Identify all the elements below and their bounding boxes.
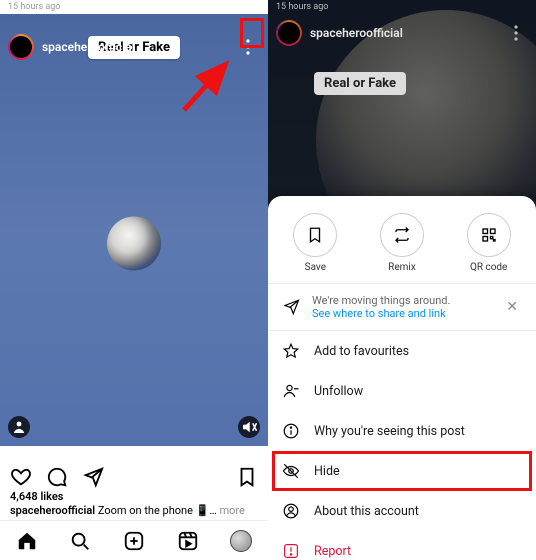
save-label: Save [305,262,326,273]
nav-home-icon[interactable] [16,530,38,552]
caption-more[interactable]: more [219,504,244,517]
remix-icon [380,213,424,257]
hide-icon [282,462,300,480]
qr-button[interactable]: QR code [467,213,511,273]
hide-label: Hide [314,464,340,479]
post-header: spaceheroofficial [268,14,536,52]
action-row [0,460,268,490]
right-phone: 15 hours ago spaceheroofficial Real or F… [268,0,536,560]
more-options-button[interactable] [506,22,526,44]
report-icon [282,542,300,560]
timestamp: 15 hours ago [268,0,536,14]
unfollow-icon [282,382,300,400]
info-link[interactable]: See where to share and link [312,307,490,320]
remix-button[interactable]: Remix [380,213,424,273]
nav-reels-icon[interactable] [177,530,199,552]
post-area: Real or Fake spaceheroofficial [0,14,268,460]
timestamp: 15 hours ago [0,0,268,14]
nav-search-icon[interactable] [69,530,91,552]
post-header: spaceheroofficial [0,28,268,66]
bottom-nav [0,520,268,560]
sheet-top-row: Save Remix QR code [268,209,536,284]
why-item[interactable]: Why you're seeing this post [268,411,536,451]
account-icon [282,502,300,520]
unfollow-item[interactable]: Unfollow [268,371,536,411]
author-avatar[interactable] [8,34,34,60]
fav-label: Add to favourites [314,344,409,359]
star-icon [282,342,300,360]
qr-icon [467,213,511,257]
about-label: About this account [314,504,419,519]
report-label: Report [314,544,351,559]
left-phone: 15 hours ago Real or Fake spaceherooffic… [0,0,268,560]
action-sheet: Save Remix QR code We're moving things a… [268,196,536,560]
nav-profile-avatar[interactable] [230,530,252,552]
fav-item[interactable]: Add to favourites [268,331,536,371]
more-options-button[interactable] [238,36,258,58]
send-icon [282,298,300,316]
like-icon[interactable] [10,466,32,488]
bookmark-icon [293,213,337,257]
comment-icon[interactable] [46,466,68,488]
report-item[interactable]: Report [268,531,536,560]
unfollow-label: Unfollow [314,384,363,399]
qr-label: QR code [470,262,507,273]
nav-create-icon[interactable] [123,530,145,552]
hide-item[interactable]: Hide [268,451,536,491]
author-username[interactable]: spaceheroofficial [310,26,403,40]
close-icon[interactable]: ✕ [502,295,522,319]
caption-username[interactable]: spaceheroofficial [10,504,95,517]
share-icon[interactable] [82,466,104,488]
author-username[interactable]: spaceheroofficial [42,40,135,54]
user-tag-icon[interactable] [8,416,30,438]
overlay-badge: Real or Fake [314,72,406,95]
why-label: Why you're seeing this post [314,424,465,439]
moon-graphic [107,217,161,271]
likes-count[interactable]: 4,648 likes [0,490,268,503]
caption-text: Zoom on the phone 📱… [95,504,219,517]
remix-label: Remix [388,262,416,273]
about-item[interactable]: About this account [268,491,536,531]
info-icon [282,422,300,440]
save-button[interactable]: Save [293,213,337,273]
bookmark-icon[interactable] [236,466,258,488]
post-image[interactable]: Real or Fake [0,14,268,446]
info-banner: We're moving things around. See where to… [268,284,536,331]
author-avatar[interactable] [276,20,302,46]
mute-icon[interactable] [238,416,260,438]
caption[interactable]: spaceheroofficial Zoom on the phone 📱… m… [0,503,268,517]
info-line: We're moving things around. [312,294,490,307]
